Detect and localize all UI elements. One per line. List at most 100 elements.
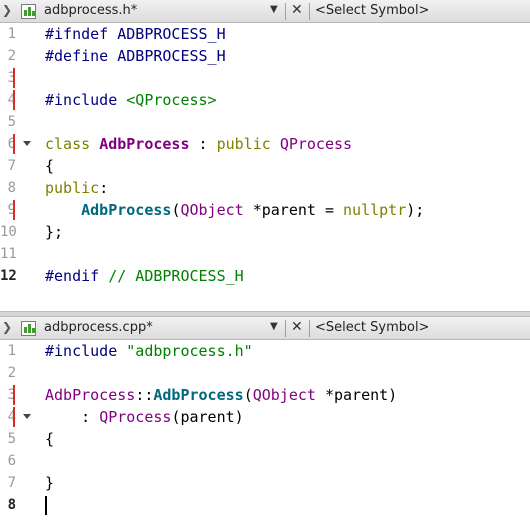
- code-line[interactable]: 1 #ifndef ADBPROCESS_H: [0, 23, 530, 45]
- code-token: #ifndef ADBPROCESS_H: [45, 25, 226, 43]
- code-line[interactable]: 4 : QProcess(parent): [0, 406, 530, 428]
- code-token: :: [45, 408, 100, 426]
- change-marker: [13, 385, 15, 405]
- change-marker: [13, 68, 15, 88]
- triangle-down-icon[interactable]: ▼: [270, 4, 278, 15]
- code-line[interactable]: 7{: [0, 155, 530, 177]
- code-token: *parent =: [243, 201, 344, 219]
- line-number: 8: [7, 180, 16, 196]
- code-text: #ifndef ADBPROCESS_H: [45, 23, 226, 45]
- code-line[interactable]: 12 #endif // ADBPROCESS_H: [0, 265, 530, 287]
- code-line[interactable]: 2 #define ADBPROCESS_H: [0, 45, 530, 67]
- code-token: public: [45, 179, 100, 197]
- code-token: *parent): [315, 386, 398, 404]
- open-file-name[interactable]: adbprocess.h*: [44, 3, 137, 18]
- code-line[interactable]: 1 #include "adbprocess.h": [0, 340, 530, 362]
- symbol-selector[interactable]: <Select Symbol>: [315, 3, 429, 18]
- code-text: AdbProcess::AdbProcess(QObject *parent): [45, 384, 397, 406]
- code-line[interactable]: 5: [0, 111, 530, 133]
- editor-pane-source-file: ❯ adbprocess.cpp* ▼ ✕ <Select Symbol> 1 #…: [0, 317, 530, 527]
- editor-pane-header-file: ❯ adbprocess.h* ▼ ✕ <Select Symbol> 1 #if…: [0, 0, 530, 311]
- code-token: <QProcess>: [126, 91, 217, 109]
- code-token: QProcess: [279, 135, 353, 153]
- line-number: 5: [7, 431, 16, 447]
- line-number: 8: [7, 497, 16, 513]
- code-line[interactable]: 11: [0, 243, 530, 265]
- change-marker: [13, 200, 15, 220]
- code-line[interactable]: 6: [0, 450, 530, 472]
- code-token: AdbProcess: [99, 135, 190, 153]
- open-file-name[interactable]: adbprocess.cpp*: [44, 320, 153, 335]
- code-token: {: [45, 157, 55, 175]
- line-number: 5: [7, 114, 16, 130]
- change-marker: [13, 134, 15, 154]
- code-text: : QProcess(parent): [45, 406, 244, 428]
- code-line[interactable]: 3 AdbProcess::AdbProcess(QObject *parent): [0, 384, 530, 406]
- code-token: (parent): [171, 408, 244, 426]
- close-icon[interactable]: ✕: [291, 2, 303, 18]
- toolbar-divider: [309, 3, 310, 20]
- code-text: }: [45, 472, 54, 494]
- line-number: 7: [7, 158, 16, 174]
- code-token: QProcess: [99, 408, 172, 426]
- code-line[interactable]: 7}: [0, 472, 530, 494]
- close-icon[interactable]: ✕: [291, 319, 303, 335]
- code-line[interactable]: 10};: [0, 221, 530, 243]
- code-line[interactable]: 5{: [0, 428, 530, 450]
- code-token: #define ADBPROCESS_H: [45, 47, 226, 65]
- toolbar-divider: [285, 320, 286, 337]
- code-text: {: [45, 155, 54, 177]
- line-number: 1: [7, 343, 16, 359]
- code-line[interactable]: 8 public:: [0, 177, 530, 199]
- code-line[interactable]: 4 #include <QProcess>: [0, 89, 530, 111]
- code-token: QObject: [180, 201, 244, 219]
- code-token: #include: [45, 91, 127, 109]
- fold-arrow-icon[interactable]: [23, 141, 31, 146]
- toolbar-divider: [309, 320, 310, 337]
- code-line[interactable]: 8: [0, 494, 530, 516]
- text-cursor: [45, 496, 47, 515]
- code-token: :: [189, 135, 217, 153]
- line-number: 10: [0, 224, 17, 240]
- line-number: 11: [0, 246, 17, 262]
- code-line[interactable]: 9 AdbProcess(QObject *parent = nullptr);: [0, 199, 530, 221]
- triangle-down-icon[interactable]: ▼: [270, 321, 278, 332]
- code-line[interactable]: 3: [0, 67, 530, 89]
- code-text: #endif // ADBPROCESS_H: [45, 265, 244, 287]
- code-line[interactable]: 6 class AdbProcess : public QProcess: [0, 133, 530, 155]
- code-line[interactable]: 2: [0, 362, 530, 384]
- code-token: }: [45, 474, 55, 492]
- code-token: AdbProcess: [45, 386, 136, 404]
- code-token: // ADBPROCESS_H: [108, 267, 244, 285]
- editor-toolbar: ❯ adbprocess.h* ▼ ✕ <Select Symbol>: [0, 0, 530, 23]
- code-token: AdbProcess: [153, 386, 244, 404]
- code-editor[interactable]: 1 #ifndef ADBPROCESS_H 2 #define ADBPROCES…: [0, 23, 530, 311]
- code-token: };: [45, 223, 64, 241]
- line-number: 1: [7, 26, 16, 42]
- code-text: AdbProcess(QObject *parent = nullptr);: [45, 199, 424, 221]
- code-token: {: [45, 430, 55, 448]
- code-token: class: [45, 135, 100, 153]
- code-text: #include <QProcess>: [45, 89, 217, 111]
- code-token: "adbprocess.h": [126, 342, 253, 360]
- change-marker: [13, 407, 15, 427]
- code-text: {: [45, 428, 54, 450]
- line-number: 2: [7, 48, 16, 64]
- code-token: );: [406, 201, 425, 219]
- fold-arrow-icon[interactable]: [23, 414, 31, 419]
- code-editor[interactable]: 1 #include "adbprocess.h" 2 3 AdbProcess::…: [0, 340, 530, 527]
- code-token: AdbProcess: [81, 201, 172, 219]
- source-file-icon: [21, 321, 36, 336]
- code-token: nullptr: [343, 201, 407, 219]
- chevron-right-icon[interactable]: ❯: [2, 320, 12, 334]
- source-file-icon: [21, 4, 36, 19]
- code-text: #include "adbprocess.h": [45, 340, 253, 362]
- code-text: class AdbProcess : public QProcess: [45, 133, 352, 155]
- code-token: QObject: [252, 386, 316, 404]
- chevron-right-icon[interactable]: ❯: [2, 3, 12, 17]
- line-number: 12: [0, 268, 17, 284]
- change-marker: [13, 90, 15, 110]
- line-number: 7: [7, 475, 16, 491]
- symbol-selector[interactable]: <Select Symbol>: [315, 320, 429, 335]
